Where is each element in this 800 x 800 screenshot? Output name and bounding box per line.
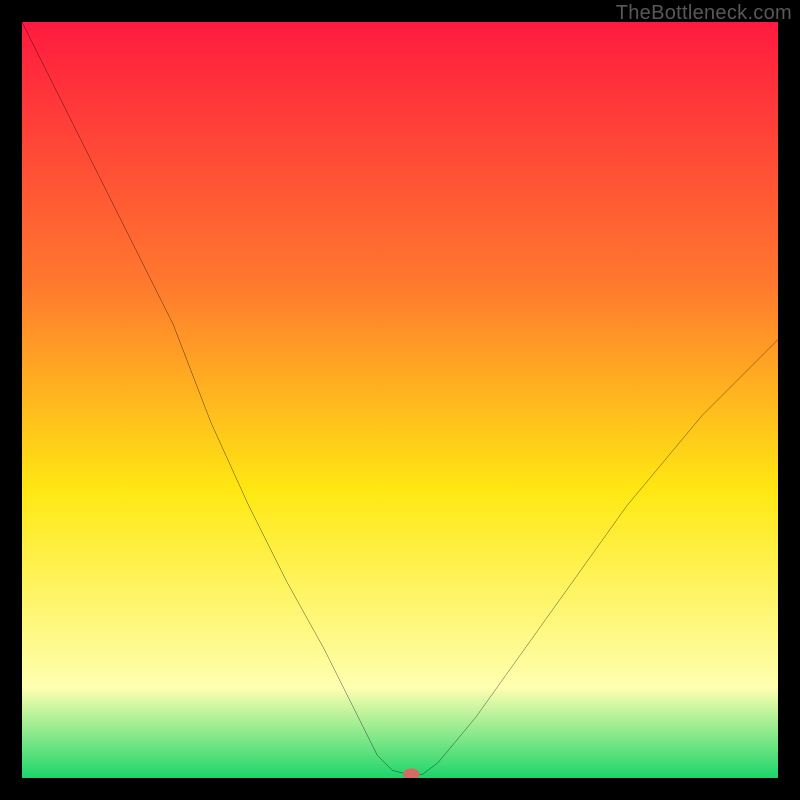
gradient-background: [22, 22, 778, 778]
gradient-plot: [22, 22, 778, 778]
chart-frame: TheBottleneck.com: [0, 0, 800, 800]
watermark-text: TheBottleneck.com: [616, 2, 792, 25]
